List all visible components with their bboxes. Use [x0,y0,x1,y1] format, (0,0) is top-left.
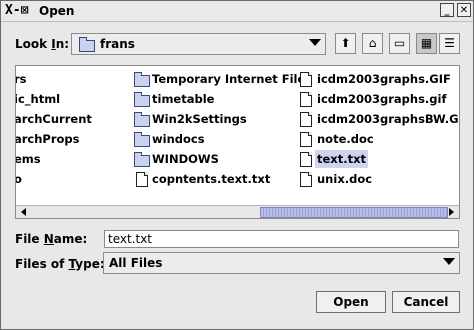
look-in-value: frans [100,37,135,51]
files-of-type-value: All Files [109,256,163,270]
list-item[interactable]: windocs [132,130,298,148]
file-list[interactable]: rs ic_html archCurrent archProps ems o T… [15,65,460,219]
document-icon [300,112,312,127]
up-folder-button[interactable]: ⬆ [335,33,356,54]
file-name-input[interactable] [105,231,451,247]
open-button[interactable]: Open [316,291,386,313]
folder-icon [134,152,150,167]
list-item[interactable]: timetable [132,90,298,108]
up-folder-icon: ⬆ [340,36,351,50]
folder-icon [134,132,150,147]
window-menu-icon[interactable]: X-⊠ [5,3,28,19]
scroll-left-icon[interactable] [18,206,29,217]
document-icon [300,152,312,167]
document-icon [136,172,148,187]
document-icon [300,92,312,107]
list-item[interactable]: icdm2003graphsBW.GIF [297,110,459,128]
files-of-type-combo[interactable]: All Files [103,252,460,274]
file-name-field[interactable] [104,230,459,248]
horizontal-scrollbar[interactable] [16,205,459,218]
chevron-down-icon[interactable] [443,258,455,265]
folder-icon [134,92,150,107]
folder-icon [134,72,150,87]
file-name-label: File Name: [15,232,88,246]
close-button[interactable]: ✕ [457,3,471,17]
list-item[interactable]: Temporary Internet Files [132,70,312,88]
list-item[interactable]: unix.doc [297,170,457,188]
list-view-icon: ▦ [420,36,433,50]
home-icon: ⌂ [368,36,377,50]
document-icon [300,132,312,147]
window-title: Open [39,4,75,18]
scroll-right-icon[interactable] [446,206,457,217]
list-item[interactable]: icdm2003graphs.gif [297,90,457,108]
list-item[interactable]: icdm2003graphs.GIF [297,70,457,88]
list-view-button[interactable]: ▦ [416,33,437,54]
list-item[interactable]: note.doc [297,130,457,148]
chevron-down-icon[interactable] [309,39,321,46]
scrollbar-thumb[interactable] [260,207,448,218]
list-item[interactable]: Win2kSettings [132,110,298,128]
minimize-button[interactable]: _ [440,3,454,17]
details-view-button[interactable]: ☰ [439,33,460,54]
home-button[interactable]: ⌂ [362,33,383,54]
list-item[interactable]: copntents.text.txt [132,170,298,188]
title-bar[interactable]: X-⊠ Open _ ✕ [1,1,473,22]
new-folder-icon: ▭ [393,36,406,50]
open-dialog: X-⊠ Open _ ✕ Look In: frans ⬆ ⌂ ▭ ▦ ☰ rs… [0,0,474,330]
document-icon [300,172,312,187]
look-in-label: Look In: [15,37,70,51]
look-in-combo[interactable]: frans [71,33,326,55]
folder-icon [79,37,95,52]
list-item-selected[interactable]: text.txt [297,150,457,168]
new-folder-button[interactable]: ▭ [389,33,410,54]
document-icon [300,72,312,87]
files-of-type-label: Files of Type: [15,257,105,271]
details-view-icon: ☰ [444,36,455,50]
cancel-button[interactable]: Cancel [392,291,460,313]
list-item[interactable]: WINDOWS [132,150,298,168]
folder-icon [134,112,150,127]
